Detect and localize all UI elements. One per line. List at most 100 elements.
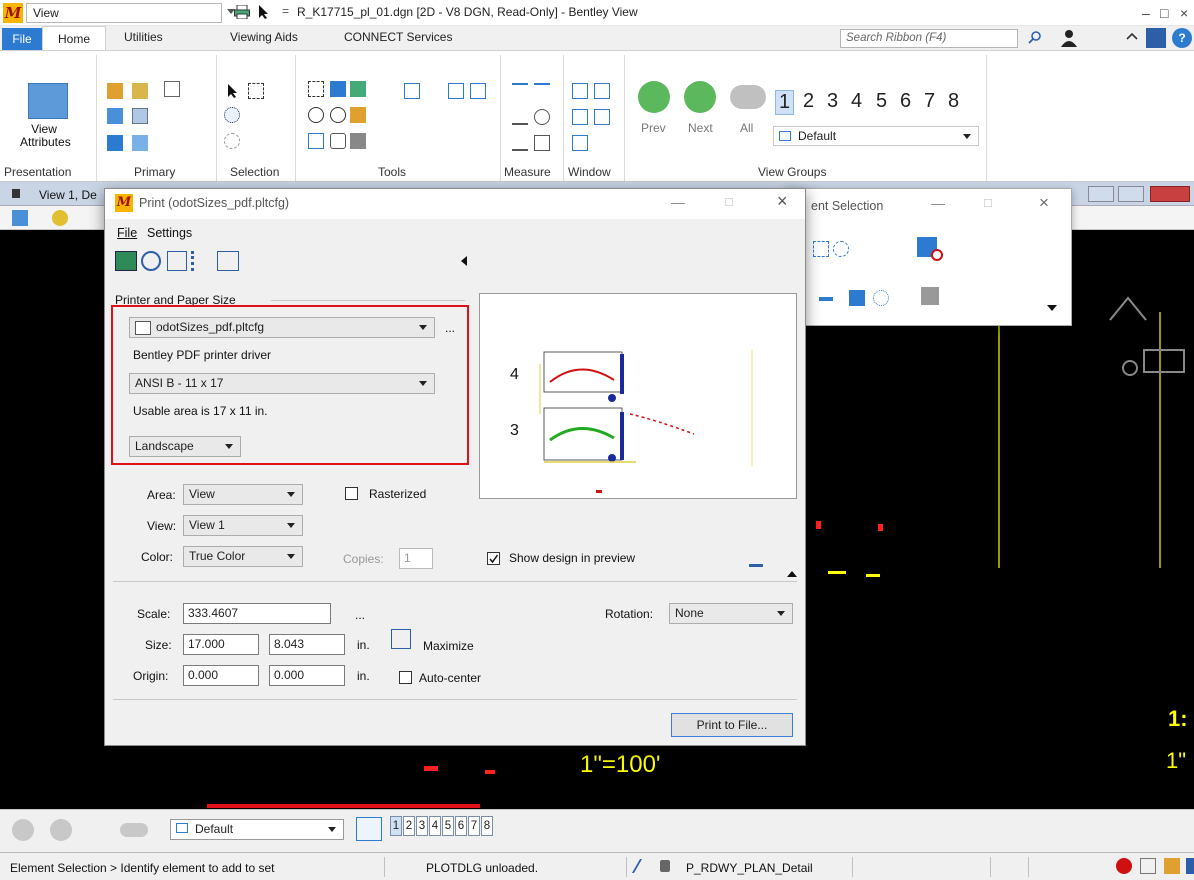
print-close-button[interactable]: × [777,191,788,212]
view-group-select[interactable]: Default [773,126,979,146]
collapse-section-icon[interactable] [787,571,797,577]
help-icon[interactable]: ? [1172,28,1192,48]
view-number-1[interactable]: 1 [775,90,795,115]
measure-volume-icon[interactable] [534,135,550,151]
view-number-4[interactable]: 4 [851,90,862,113]
view-rotation-icon[interactable] [350,107,366,123]
view-number-6[interactable]: 6 [900,90,911,113]
measure-radius-icon[interactable] [534,83,550,99]
user-icon[interactable] [1060,29,1078,47]
pick-view-icon[interactable] [350,133,366,149]
view-cube-icon[interactable] [1109,296,1185,376]
copy-view-icon[interactable] [404,83,420,99]
print-to-file-button[interactable]: Print to File... [671,713,793,737]
select-invert-icon[interactable] [849,290,865,306]
print-icon[interactable] [115,251,137,271]
fence-icon[interactable] [248,83,264,99]
pan-icon[interactable] [330,133,346,149]
view-next-icon[interactable] [470,83,486,99]
zoom-window-icon[interactable] [308,81,324,97]
view-toggle-1[interactable]: 1 [390,816,402,836]
print-icon[interactable] [234,5,250,19]
color-select[interactable]: True Color [183,546,303,567]
explorer-icon[interactable] [132,135,148,151]
element-selection-maximize[interactable]: □ [984,195,992,210]
zoom-out-icon[interactable] [308,107,324,123]
prev-button[interactable]: Prev [641,121,666,135]
deselect-icon[interactable] [224,133,240,149]
view-restore-button[interactable] [1118,186,1144,202]
select-all-small-icon[interactable] [873,290,889,306]
print-maximize-button[interactable]: □ [725,194,733,209]
maximize-label[interactable]: Maximize [423,639,474,653]
size-width-input[interactable]: 17.000 [183,634,259,655]
print-setup-icon[interactable] [217,251,239,271]
tab-file[interactable]: File [2,28,42,50]
tile-icon[interactable] [594,83,610,99]
all-button[interactable]: All [740,121,753,135]
search-icon[interactable] [1028,31,1042,45]
print-minimize-button[interactable]: — [671,194,685,210]
select-all-icon[interactable] [224,107,240,123]
zoom-in-icon[interactable] [330,107,346,123]
copies-input[interactable]: 1 [399,548,433,569]
show-design-checkbox[interactable] [487,552,500,565]
view-previous-icon[interactable] [448,83,464,99]
quick-access-more-icon[interactable]: = [282,4,289,18]
view-group-bar-select[interactable]: Default [170,819,344,840]
measure-area-icon[interactable] [534,109,550,125]
snap-icon[interactable] [631,859,655,873]
print-style-brush-icon[interactable] [749,549,763,567]
fit-view-icon[interactable] [350,81,366,97]
lock-icon[interactable] [660,860,670,872]
view-attributes-button[interactable]: View Attributes [20,123,71,149]
origin-x-input[interactable]: 0.000 [183,665,259,686]
chevron-down-icon[interactable] [777,611,785,616]
view-number-7[interactable]: 7 [924,90,935,113]
prev-arrow-icon[interactable] [638,81,670,113]
next-button[interactable]: Next [688,121,713,135]
print-attributes-icon[interactable] [191,251,211,271]
print-dialog-title-bar[interactable]: M Print (odotSizes_pdf.pltcfg) — □ × [105,189,805,219]
references-icon[interactable] [107,108,123,124]
all-view-groups-icon[interactable] [120,823,148,837]
element-selection-icon[interactable] [226,83,240,99]
next-arrow-icon[interactable] [684,81,716,113]
view-toggle-4[interactable]: 4 [429,816,441,836]
menu-settings[interactable]: Settings [147,226,192,240]
size-height-input[interactable]: 8.043 [269,634,345,655]
measure-distance-icon[interactable] [330,81,346,97]
maximize-print-icon[interactable] [167,251,187,271]
window-area-icon[interactable] [308,133,324,149]
chevron-down-icon[interactable] [287,554,295,559]
view-select[interactable]: View 1 [183,515,303,536]
chevron-down-icon[interactable] [963,134,971,139]
view-toggle-5[interactable]: 5 [442,816,454,836]
notifications-icon[interactable] [1186,858,1194,874]
rotation-select[interactable]: None [669,603,793,624]
measure-triangle-icon[interactable] [512,135,528,151]
window-icon[interactable] [572,135,588,151]
home-icon[interactable] [1164,858,1180,874]
view-number-3[interactable]: 3 [827,90,838,113]
connect-icon[interactable] [1146,28,1166,48]
view-minimize-button[interactable] [1088,186,1114,202]
select-cursor-icon[interactable] [258,4,270,20]
display-icon[interactable] [107,135,123,151]
chevron-down-icon[interactable] [287,523,295,528]
chevron-down-icon[interactable] [287,492,295,497]
swap-icon[interactable] [594,109,610,125]
design-history-icon[interactable] [1140,858,1156,874]
select-pointer-icon[interactable] [921,287,939,305]
chevron-down-icon[interactable] [328,827,336,832]
preview-refresh-icon[interactable] [141,251,161,271]
minimize-button[interactable]: – [1142,5,1150,21]
active-level[interactable]: P_RDWY_PLAN_Detail [686,861,813,875]
all-views-icon[interactable] [730,85,766,109]
tab-connect-services[interactable]: CONNECT Services [344,30,452,44]
next-view-group-icon[interactable] [50,819,72,841]
workflow-select[interactable]: View [26,3,235,23]
area-select[interactable]: View [183,484,303,505]
tab-viewing-aids[interactable]: Viewing Aids [230,30,298,44]
view-toggle-6[interactable]: 6 [455,816,467,836]
